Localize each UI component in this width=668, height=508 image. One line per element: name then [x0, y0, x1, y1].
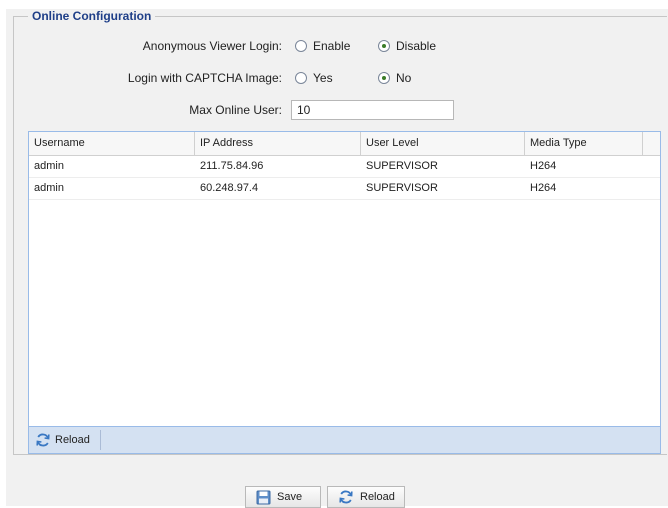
- cell-user-level: SUPERVISOR: [366, 182, 438, 194]
- grid-reload-label: Reload: [55, 434, 90, 446]
- max-online-user-input[interactable]: [291, 100, 454, 120]
- save-button[interactable]: Save: [245, 486, 321, 508]
- column-header-media-type[interactable]: Media Type: [525, 132, 643, 155]
- radio-circle-selected: [378, 40, 390, 52]
- captcha-login-no-radio[interactable]: No: [378, 70, 411, 86]
- grid-header: Username IP Address User Level Media Typ…: [29, 132, 660, 156]
- column-header-user-level[interactable]: User Level: [361, 132, 525, 155]
- radio-circle: [295, 40, 307, 52]
- max-online-user-label: Max Online User:: [189, 103, 282, 117]
- column-header-spacer: [643, 132, 660, 155]
- cell-username: admin: [34, 182, 64, 194]
- captcha-login-label: Login with CAPTCHA Image:: [127, 71, 282, 85]
- floppy-disk-icon: [256, 490, 271, 505]
- column-header-username[interactable]: Username: [29, 132, 195, 155]
- cell-ip-address: 60.248.97.4: [200, 182, 259, 194]
- grid-reload-button[interactable]: Reload: [35, 430, 101, 450]
- column-header-ip-address[interactable]: IP Address: [195, 132, 361, 155]
- radio-label: Enable: [313, 39, 351, 53]
- radio-label: Yes: [313, 71, 333, 85]
- save-label: Save: [277, 491, 303, 503]
- anonymous-login-disable-radio[interactable]: Disable: [378, 38, 436, 54]
- refresh-icon: [338, 489, 354, 505]
- refresh-icon: [35, 432, 51, 448]
- anonymous-login-enable-radio[interactable]: Enable: [295, 38, 350, 54]
- captcha-login-yes-radio[interactable]: Yes: [295, 70, 333, 86]
- radio-label: No: [396, 71, 412, 85]
- panel-legend: Online Configuration: [32, 9, 152, 23]
- cell-user-level: SUPERVISOR: [366, 160, 438, 172]
- reload-button[interactable]: Reload: [327, 486, 405, 508]
- anonymous-login-label: Anonymous Viewer Login:: [142, 39, 282, 53]
- radio-circle-selected: [378, 72, 390, 84]
- reload-label: Reload: [360, 491, 395, 503]
- table-row[interactable]: admin 211.75.84.96 SUPERVISOR H264: [29, 156, 660, 178]
- grid-toolbar: Reload: [29, 426, 660, 453]
- table-row[interactable]: admin 60.248.97.4 SUPERVISOR H264: [29, 178, 660, 200]
- cell-ip-address: 211.75.84.96: [200, 160, 264, 172]
- cell-username: admin: [34, 160, 64, 172]
- radio-circle: [295, 72, 307, 84]
- online-users-grid: Username IP Address User Level Media Typ…: [28, 131, 661, 454]
- grid-body: admin 211.75.84.96 SUPERVISOR H264 admin…: [29, 156, 660, 200]
- radio-label: Disable: [396, 39, 437, 53]
- cell-media-type: H264: [530, 160, 557, 172]
- cell-media-type: H264: [530, 182, 557, 194]
